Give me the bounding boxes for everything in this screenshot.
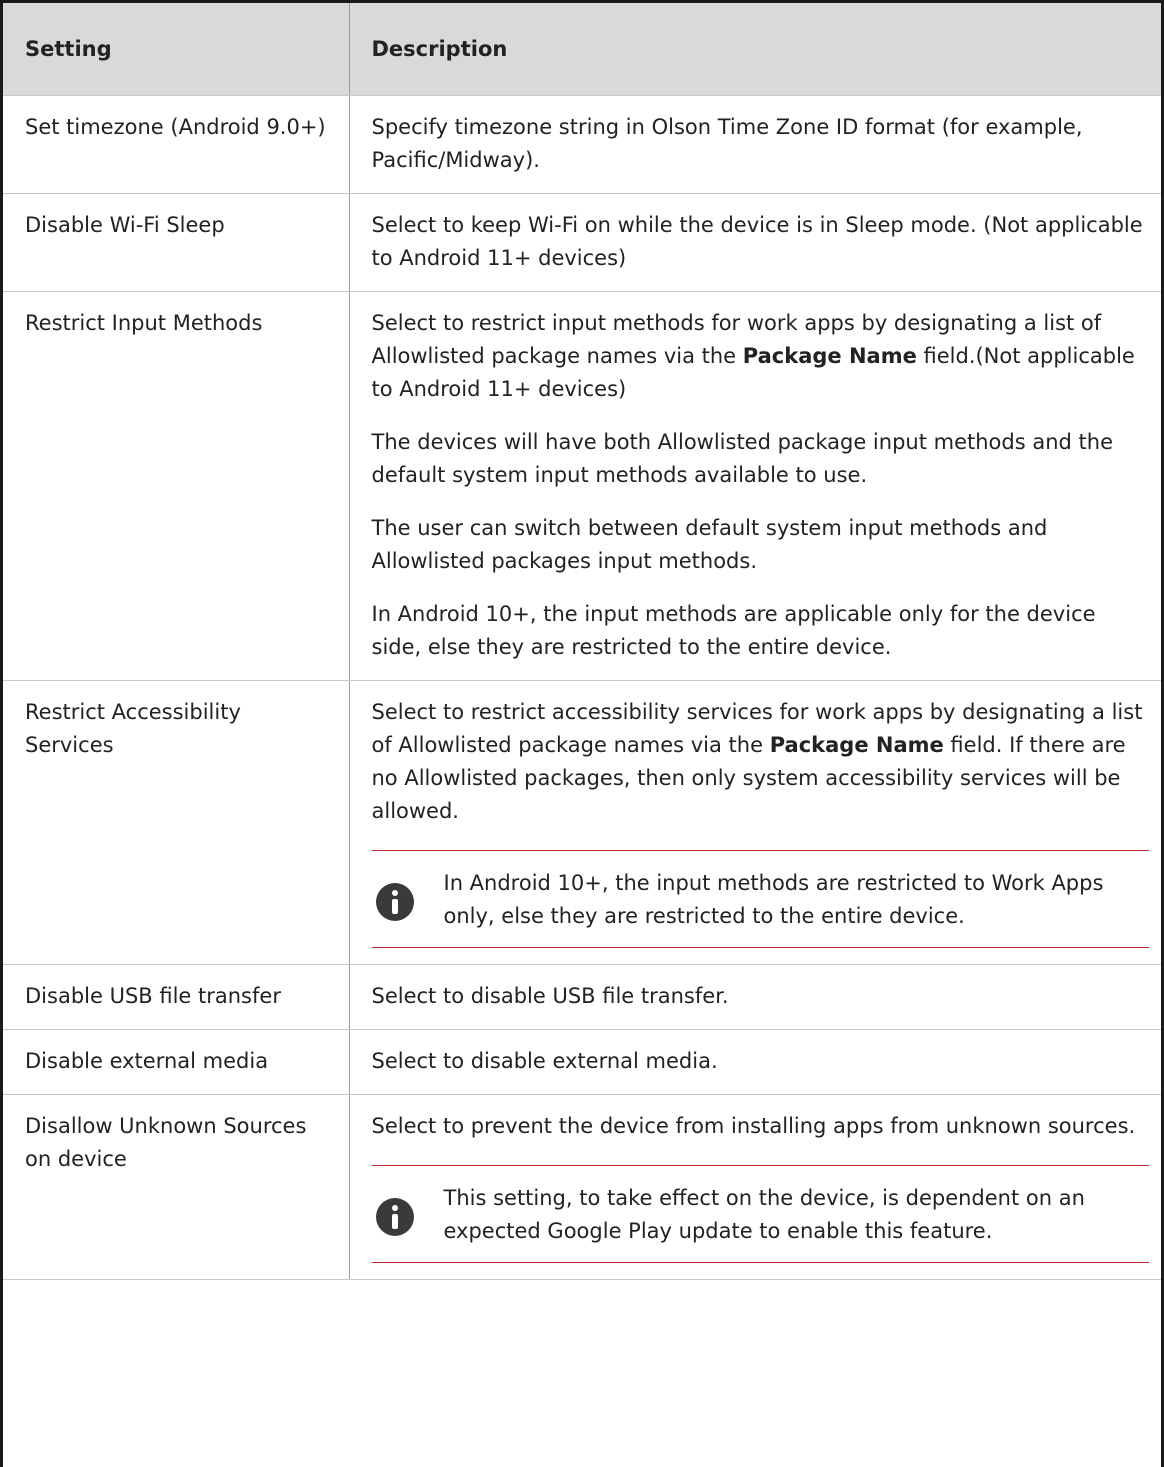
description-cell: Select to restrict accessibility service… <box>349 680 1161 965</box>
description-paragraph: Select to keep Wi-Fi on while the device… <box>372 209 1150 275</box>
description-text: The devices will have both Allowlisted p… <box>371 430 1114 487</box>
setting-name-cell: Disable Wi-Fi Sleep <box>3 193 350 292</box>
setting-name-cell: Disallow Unknown Sources on device <box>3 1094 350 1280</box>
field-name-emphasis: Package Name <box>769 733 944 757</box>
setting-name-cell: Set timezone (Android 9.0+) <box>3 95 350 194</box>
table-header-row: Setting Description <box>3 3 1161 96</box>
description-text: Select to disable USB file transfer. <box>371 984 729 1008</box>
table-row: Disable Wi-Fi Sleep Select to keep Wi-Fi … <box>3 193 1161 292</box>
description-paragraph: Select to disable USB file transfer. <box>372 980 1150 1013</box>
column-header-setting: Setting <box>3 3 350 96</box>
description-text: Select to disable external media. <box>371 1049 718 1073</box>
field-name-emphasis: Package Name <box>742 344 917 368</box>
description-paragraph: In Android 10+, the input methods are ap… <box>372 598 1150 664</box>
note-text: This setting, to take effect on the devi… <box>443 1186 1085 1243</box>
description-text: Select to keep Wi-Fi on while the device… <box>371 213 1143 270</box>
table-row: Restrict Accessibility Services Select to… <box>3 680 1161 965</box>
note-box: This setting, to take effect on the devi… <box>371 1165 1149 1263</box>
note-text: In Android 10+, the input methods are re… <box>443 871 1104 928</box>
setting-name-cell: Restrict Input Methods <box>3 291 350 681</box>
description-cell: Select to keep Wi-Fi on while the device… <box>349 193 1161 292</box>
description-paragraph: Select to restrict input methods for wor… <box>372 307 1150 406</box>
setting-name-cell: Disable external media <box>3 1029 350 1095</box>
table-row: Disable external media Select to disable … <box>3 1029 1161 1095</box>
setting-name-cell: Disable USB file transfer <box>3 964 350 1030</box>
table-row: Disable USB file transfer Select to disab… <box>3 964 1161 1030</box>
description-text: Specify timezone string in Olson Time Zo… <box>371 115 1083 172</box>
description-cell: Select to disable external media. <box>349 1029 1161 1095</box>
settings-table: Setting Description Set timezone (Androi… <box>3 3 1161 1280</box>
table-row: Set timezone (Android 9.0+) Specify timez… <box>3 95 1161 194</box>
note-box: In Android 10+, the input methods are re… <box>371 850 1149 948</box>
description-cell: Select to disable USB file transfer. <box>349 964 1161 1030</box>
description-cell: Select to restrict input methods for wor… <box>349 291 1161 681</box>
description-cell: Select to prevent the device from instal… <box>349 1094 1161 1280</box>
settings-table-container: Setting Description Set timezone (Androi… <box>0 0 1164 1467</box>
description-text: The user can switch between default syst… <box>371 516 1048 573</box>
info-icon <box>375 883 414 921</box>
description-paragraph: The devices will have both Allowlisted p… <box>372 426 1150 492</box>
info-icon <box>375 1198 414 1236</box>
description-text: In Android 10+, the input methods are ap… <box>371 602 1096 659</box>
column-header-description: Description <box>349 3 1161 96</box>
table-row: Disallow Unknown Sources on device Select… <box>3 1094 1161 1280</box>
description-cell: Specify timezone string in Olson Time Zo… <box>349 95 1161 194</box>
description-paragraph: Select to disable external media. <box>372 1045 1150 1078</box>
description-text: Select to prevent the device from instal… <box>371 1114 1136 1138</box>
description-paragraph: Select to restrict accessibility service… <box>372 696 1150 828</box>
description-paragraph: The user can switch between default syst… <box>372 512 1150 578</box>
table-row: Restrict Input Methods Select to restrict… <box>3 291 1161 681</box>
description-paragraph: Specify timezone string in Olson Time Zo… <box>372 111 1150 177</box>
setting-name-cell: Restrict Accessibility Services <box>3 680 350 965</box>
description-paragraph: Select to prevent the device from instal… <box>372 1110 1150 1143</box>
